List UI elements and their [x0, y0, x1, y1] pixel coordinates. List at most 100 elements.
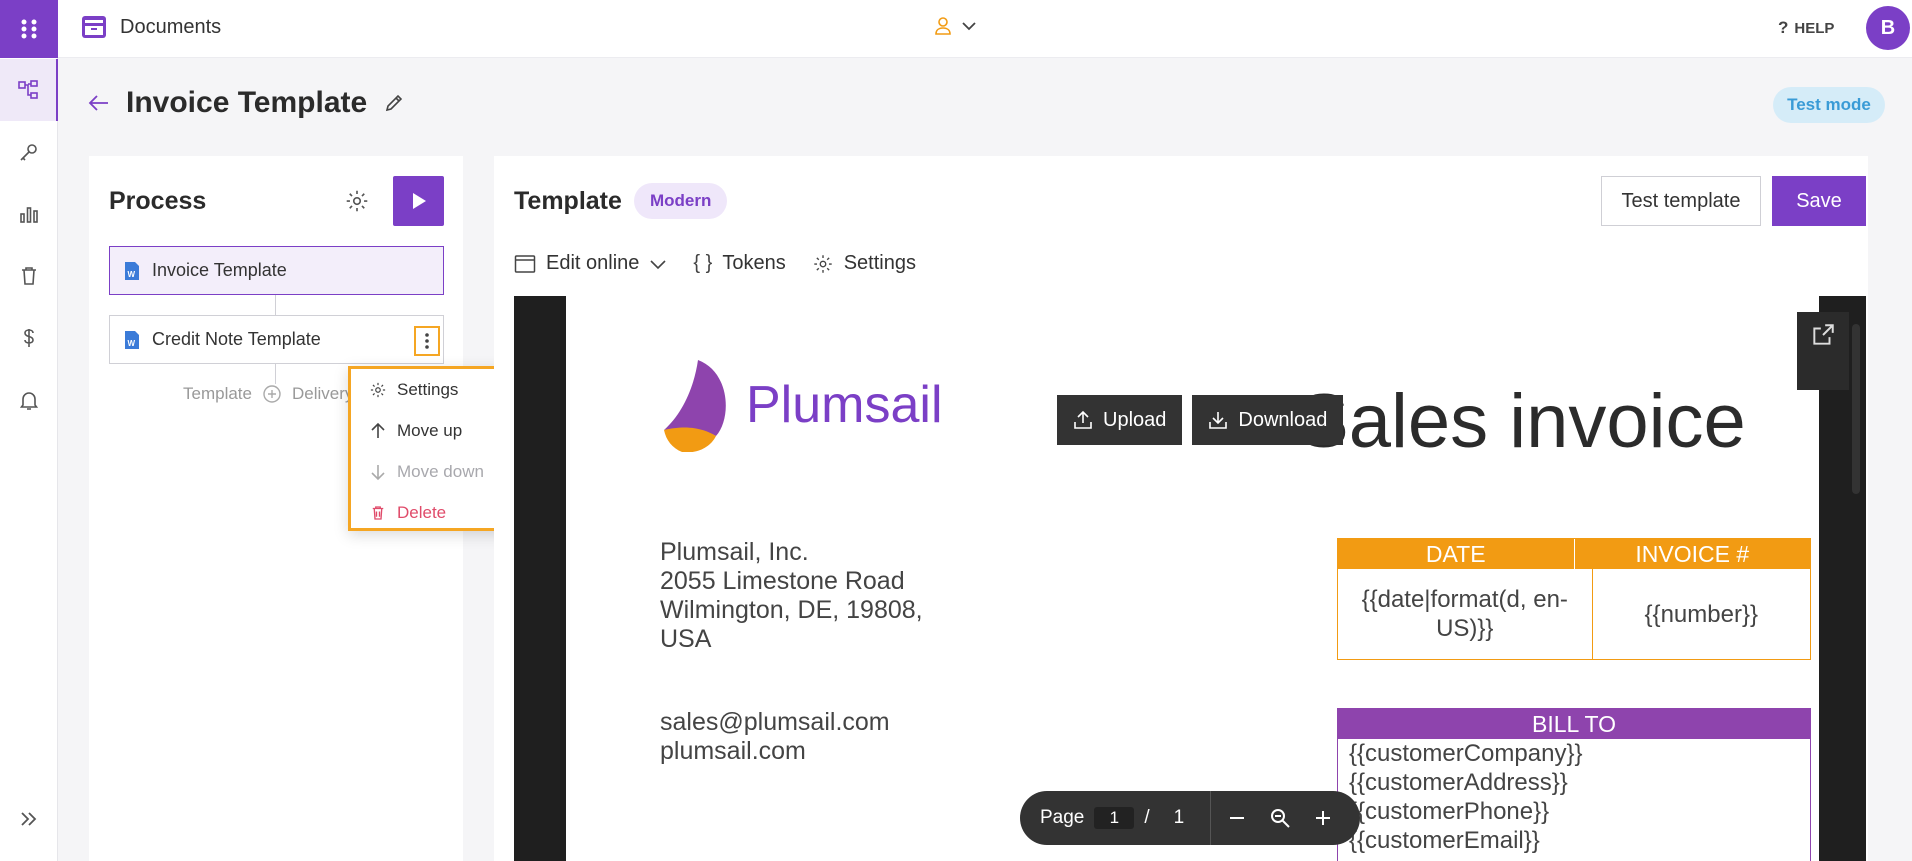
braces-icon: { }	[693, 252, 713, 274]
page-slash: /	[1144, 807, 1150, 828]
chevron-down-icon	[649, 255, 667, 273]
menu-label: Move up	[397, 421, 463, 440]
left-rail	[0, 0, 58, 861]
save-button[interactable]: Save	[1772, 176, 1866, 226]
tokens-label: Tokens	[722, 252, 786, 274]
company-address: Plumsail, Inc. 2055 Limestone Road Wilmi…	[660, 538, 923, 654]
template-title: Template	[514, 187, 622, 215]
rail-dollar-icon[interactable]	[0, 307, 58, 369]
menu-item-delete[interactable]: Delete	[369, 503, 446, 523]
arrow-down-icon	[369, 463, 387, 481]
help-link[interactable]: ? HELP	[1778, 18, 1834, 38]
add-plus-icon[interactable]	[262, 384, 282, 404]
user-icon	[933, 16, 953, 36]
page-title: Invoice Template	[126, 86, 368, 119]
rail-chart-icon[interactable]	[0, 183, 58, 245]
connector-line	[275, 364, 276, 384]
process-step-credit-note-template[interactable]: W Credit Note Template	[109, 315, 444, 364]
page-label: Page	[1040, 807, 1085, 828]
connector-line	[275, 295, 276, 315]
rail-trash-icon[interactable]	[0, 245, 58, 307]
bill-to-table: BILL TO {{customerCompany}} {{customerAd…	[1337, 708, 1811, 861]
address-line: Wilmington, DE, 19808,	[660, 596, 923, 624]
step-label: Credit Note Template	[152, 329, 321, 349]
address-line: USA	[660, 625, 712, 653]
question-icon: ?	[1778, 18, 1789, 37]
chevron-down-icon	[961, 18, 977, 34]
gear-icon	[812, 253, 834, 275]
date-value: {{date|format(d, en-US)}}	[1338, 569, 1593, 659]
word-doc-icon: W	[124, 261, 140, 281]
word-doc-icon: W	[124, 330, 140, 350]
run-process-button[interactable]	[393, 176, 444, 226]
page-header: Invoice Template	[88, 86, 405, 120]
date-invoice-table: DATE INVOICE # {{date|format(d, en-US)}}…	[1337, 538, 1811, 660]
add-step-row: Template Delivery	[183, 384, 353, 404]
avatar[interactable]: B	[1866, 6, 1910, 50]
page-number-input[interactable]: 1	[1094, 807, 1135, 829]
address-line: 2055 Limestone Road	[660, 567, 905, 595]
plumsail-logo: Plumsail	[660, 358, 943, 452]
step-label: Invoice Template	[152, 260, 287, 280]
rail-key-icon[interactable]	[0, 121, 58, 183]
upload-icon	[1073, 410, 1093, 430]
zoom-in-plus-icon[interactable]	[1313, 808, 1333, 828]
add-delivery-link[interactable]: Delivery	[292, 384, 353, 404]
svg-text:W: W	[128, 270, 136, 279]
invoice-title: Sales invoice	[1298, 379, 1746, 464]
arrow-up-icon	[369, 422, 387, 440]
plumsail-sail-icon	[664, 360, 726, 452]
add-template-link[interactable]: Template	[183, 384, 252, 404]
trash-icon	[369, 504, 387, 522]
date-header: DATE	[1338, 539, 1575, 569]
breadcrumb[interactable]: Documents	[80, 14, 221, 40]
breadcrumb-documents[interactable]: Documents	[120, 16, 221, 39]
bill-to-line: {{customerPhone}}	[1349, 798, 1550, 825]
step-context-menu: Settings Move up Move down Delete	[348, 366, 508, 531]
template-style-badge: Modern	[634, 183, 728, 219]
bill-to-line: {{customerEmail}}	[1349, 827, 1540, 854]
template-toolbar: Edit online { } Tokens Settings	[514, 252, 916, 275]
process-settings-gear-icon[interactable]	[344, 188, 370, 214]
document-viewer: Plumsail Sales invoice Upload Download P…	[514, 296, 1866, 861]
menu-label: Move down	[397, 462, 484, 481]
invoice-number-header: INVOICE #	[1635, 540, 1750, 567]
rail-processes-icon[interactable]	[0, 59, 58, 121]
download-button[interactable]: Download	[1192, 395, 1344, 445]
tokens-tab[interactable]: { } Tokens	[693, 252, 785, 275]
contact-email: sales@plumsail.com	[660, 708, 890, 736]
settings-label: Settings	[843, 252, 916, 274]
menu-item-move-up[interactable]: Move up	[369, 421, 462, 441]
top-bar: Documents ? HELP B	[58, 0, 1912, 58]
user-selector[interactable]	[933, 16, 977, 36]
back-arrow-icon[interactable]	[88, 94, 110, 112]
settings-tab[interactable]: Settings	[812, 252, 916, 275]
upload-button[interactable]: Upload	[1057, 395, 1183, 445]
zoom-search-icon[interactable]	[1269, 807, 1291, 829]
bill-to-line: {{customerAddress}}	[1349, 769, 1568, 796]
gear-icon	[369, 381, 387, 399]
test-mode-badge: Test mode	[1773, 87, 1885, 123]
download-icon	[1208, 410, 1228, 430]
help-label: HELP	[1794, 19, 1835, 37]
window-icon	[514, 254, 536, 274]
upload-download-bar: Upload Download	[1057, 395, 1344, 445]
company-contact: sales@plumsail.com plumsail.com	[660, 708, 890, 766]
menu-item-settings[interactable]: Settings	[369, 380, 458, 400]
template-panel: Template Modern Test template Save Edit …	[494, 156, 1868, 861]
upload-label: Upload	[1103, 408, 1167, 431]
viewer-scrollbar[interactable]	[1852, 324, 1860, 494]
process-step-invoice-template[interactable]: W Invoice Template	[109, 246, 444, 295]
svg-text:W: W	[128, 339, 136, 348]
test-template-button[interactable]: Test template	[1601, 176, 1761, 226]
page-navigator: Page 1 / 1	[1020, 791, 1360, 845]
apps-grid-icon[interactable]	[0, 0, 58, 58]
rail-bell-icon[interactable]	[0, 369, 58, 431]
edit-pencil-icon[interactable]	[383, 92, 405, 114]
zoom-out-minus-icon[interactable]	[1227, 808, 1247, 828]
expand-rail-icon[interactable]	[0, 788, 58, 850]
edit-online-dropdown[interactable]: Edit online	[514, 252, 667, 275]
invoice-number-value: {{number}}	[1644, 600, 1758, 628]
step-more-menu-button[interactable]	[414, 326, 440, 356]
open-external-icon[interactable]	[1797, 312, 1849, 390]
